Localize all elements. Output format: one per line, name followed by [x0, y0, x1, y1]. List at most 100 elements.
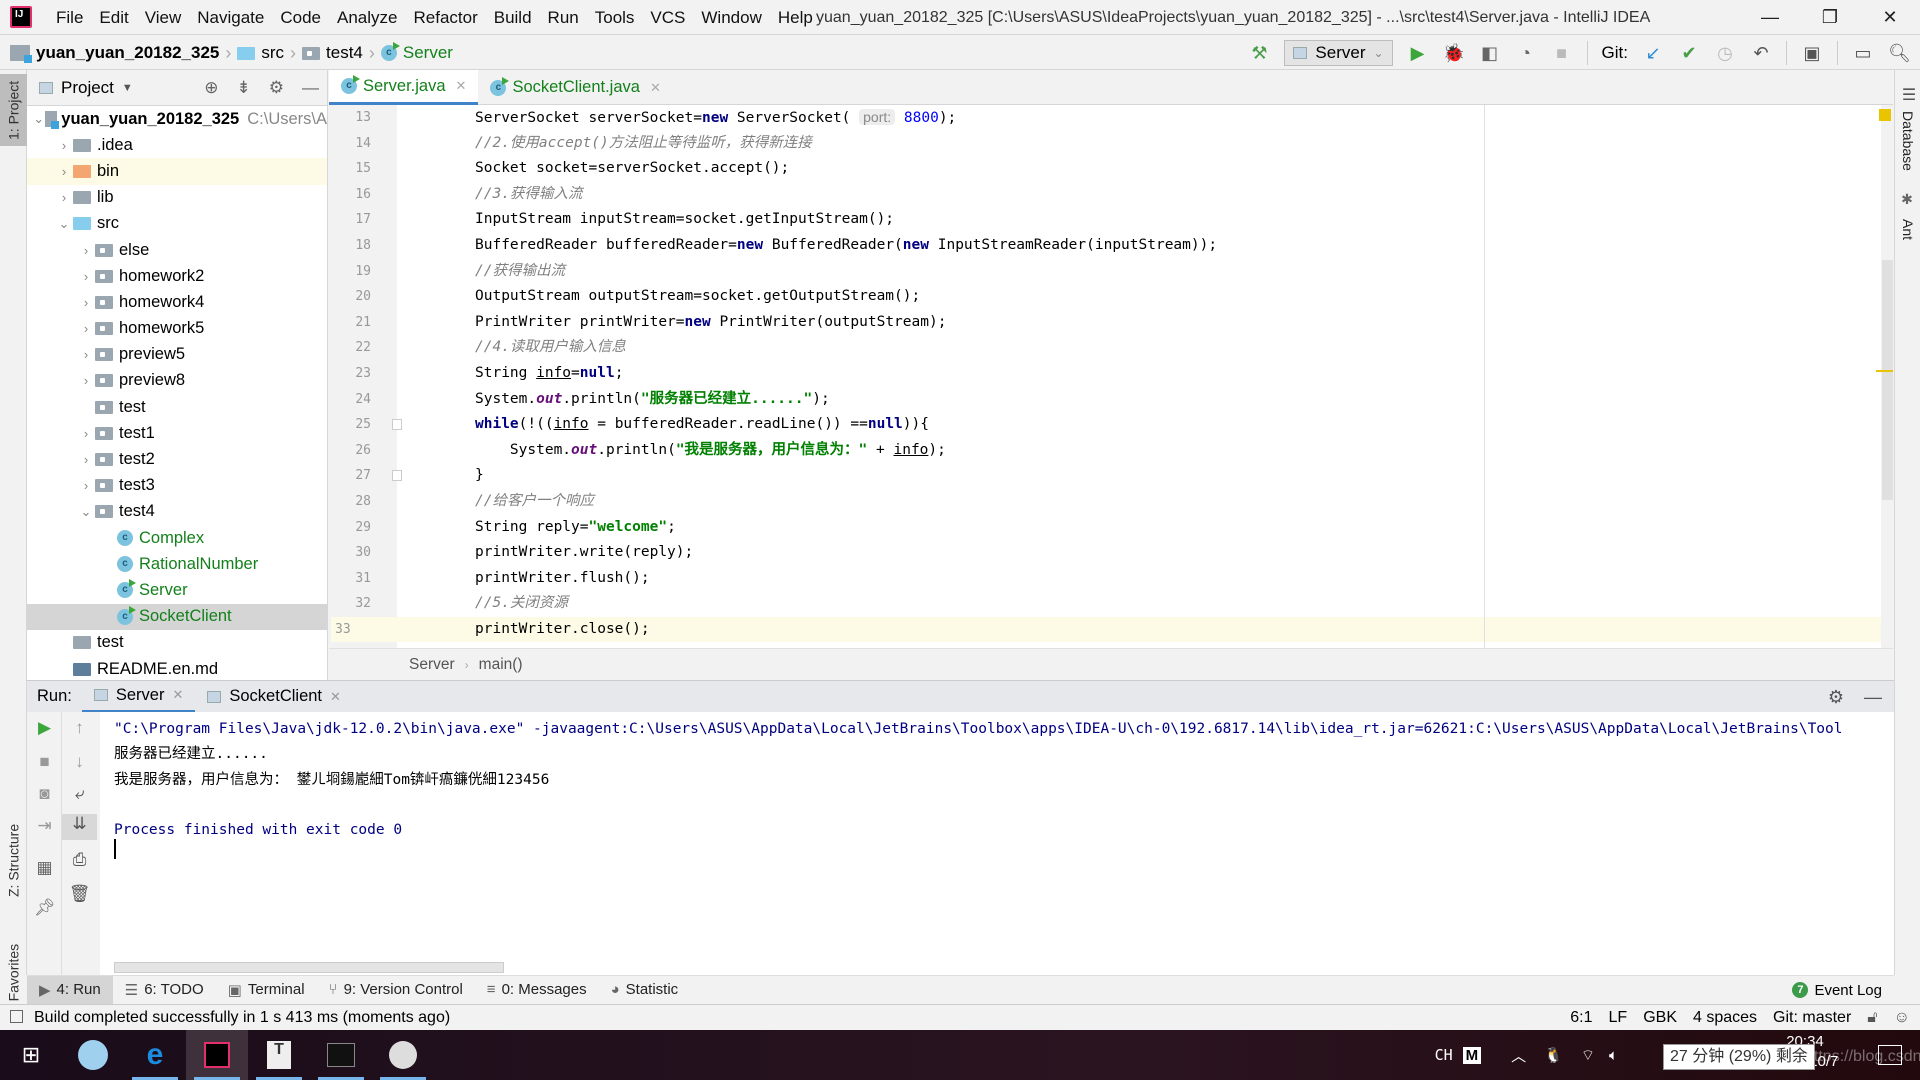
print-icon[interactable]: ⎙ [62, 850, 97, 870]
code-line[interactable]: PrintWriter printWriter=new PrintWriter(… [397, 310, 1881, 335]
code-line[interactable]: //获得输出流 [397, 259, 1881, 284]
run-configuration-select[interactable]: Server ⌄ [1284, 40, 1393, 66]
run-tab[interactable]: Server ✕ [81, 681, 196, 713]
breadcrumb-test4[interactable]: test4 [302, 43, 363, 63]
code-line[interactable]: InputStream inputStream=socket.getInputS… [397, 207, 1881, 232]
code-line[interactable]: Socket socket=serverSocket.accept(); [397, 156, 1881, 181]
menu-navigate[interactable]: Navigate [189, 8, 272, 28]
chevron-right-icon[interactable]: › [55, 138, 73, 153]
typora-icon[interactable]: T [248, 1030, 310, 1080]
soft-wrap-icon[interactable]: ⤶ [62, 784, 97, 804]
user-app-icon[interactable] [372, 1030, 434, 1080]
code-line[interactable]: } [397, 463, 1881, 488]
caret-position[interactable]: 6:1 [1570, 1009, 1592, 1027]
scroll-to-end-icon[interactable]: ⇊ [62, 814, 97, 840]
chevron-down-icon[interactable]: ⌄ [55, 216, 73, 232]
editor-breadcrumb-method[interactable]: main() [479, 656, 523, 674]
close-tab-icon[interactable]: ✕ [172, 687, 183, 703]
chevron-right-icon[interactable]: › [77, 295, 95, 310]
indent-setting[interactable]: 4 spaces [1693, 1009, 1757, 1027]
code-line[interactable]: //5.关闭资源 [397, 591, 1881, 616]
chevron-right-icon[interactable]: › [77, 478, 95, 493]
tree-item[interactable]: › bin [27, 158, 327, 185]
stop-icon[interactable]: ■ [27, 752, 62, 772]
editor-tab[interactable]: c SocketClient.java ✕ [478, 70, 672, 105]
close-tab-icon[interactable]: ✕ [456, 78, 467, 94]
tree-item[interactable]: › preview5 [27, 342, 327, 368]
wifi-icon[interactable]: ⌔ [1581, 1046, 1595, 1065]
chevron-right-icon[interactable]: › [55, 190, 73, 205]
tree-item[interactable]: c Server [27, 577, 327, 603]
chevron-right-icon[interactable]: › [55, 164, 73, 179]
code-line[interactable]: //2.使用accept()方法阻止等待监听，获得新连接 [397, 131, 1881, 156]
up-arrow-icon[interactable]: ↑ [62, 718, 97, 738]
chevron-right-icon[interactable]: › [77, 426, 95, 441]
cloud-app-icon[interactable] [62, 1030, 124, 1080]
tree-item[interactable]: test [27, 630, 327, 656]
run-with-coverage-icon[interactable]: ◧ [1479, 43, 1501, 64]
bottom-tab[interactable]: ◕ Statistic [599, 976, 691, 1004]
run-tab[interactable]: SocketClient ✕ [195, 681, 353, 713]
tree-item[interactable]: README.en.md [27, 656, 327, 680]
line-separator[interactable]: LF [1609, 1009, 1628, 1027]
terminal-icon[interactable] [310, 1030, 372, 1080]
code-line[interactable]: System.out.println("服务器已经建立......"); [397, 387, 1881, 412]
tree-item[interactable]: › preview8 [27, 368, 327, 394]
debug-icon[interactable]: 🐞 [1443, 43, 1465, 64]
chevron-right-icon[interactable]: › [77, 321, 95, 336]
menu-vcs[interactable]: VCS [642, 8, 693, 28]
breadcrumb-server[interactable]: c Server [380, 42, 453, 63]
close-tab-icon[interactable]: ✕ [330, 689, 341, 705]
chevron-right-icon[interactable]: › [77, 373, 95, 388]
bottom-tab[interactable]: ▶ 4: Run [27, 975, 113, 1004]
qq-icon[interactable]: 🐧 [1544, 1046, 1563, 1064]
editor-scrollbar[interactable] [1882, 260, 1893, 500]
git-update-icon[interactable]: ↙ [1642, 43, 1664, 64]
fold-marker-icon[interactable] [392, 419, 402, 431]
hide-icon[interactable]: — [1864, 687, 1882, 708]
editor-tab[interactable]: c Server.java ✕ [329, 70, 479, 105]
tree-item[interactable]: › test2 [27, 446, 327, 472]
code-line[interactable]: //3.获得输入流 [397, 182, 1881, 207]
menu-code[interactable]: Code [272, 8, 329, 28]
collapse-all-icon[interactable]: ⇟ [237, 78, 251, 98]
windows-start-icon[interactable]: ⊞ [0, 1030, 62, 1080]
tree-item[interactable]: › homework2 [27, 263, 327, 289]
project-view-selector[interactable]: Project [61, 78, 114, 98]
close-tab-icon[interactable]: ✕ [650, 80, 661, 96]
restore-button[interactable]: ❐ [1800, 0, 1860, 35]
menu-refactor[interactable]: Refactor [405, 8, 485, 28]
minimize-button[interactable]: — [1740, 0, 1800, 35]
menu-tools[interactable]: Tools [587, 8, 643, 28]
tree-item[interactable]: › homework4 [27, 289, 327, 315]
file-encoding[interactable]: GBK [1643, 1009, 1677, 1027]
tree-item[interactable]: › lib [27, 185, 327, 211]
tree-item[interactable]: c Complex [27, 525, 327, 551]
locate-icon[interactable]: ⊕ [204, 78, 218, 98]
edge-browser-icon[interactable]: e [124, 1030, 186, 1080]
intellij-taskbar-icon[interactable] [186, 1030, 248, 1080]
code-line[interactable]: printWriter.close(); [397, 617, 1881, 642]
warning-status-icon[interactable] [1879, 109, 1891, 121]
console-output[interactable]: "C:\Program Files\Java\jdk-12.0.2\bin\ja… [100, 712, 1894, 975]
git-rollback-icon[interactable]: ↶ [1750, 43, 1772, 64]
menu-analyze[interactable]: Analyze [329, 8, 405, 28]
code-line[interactable]: //4.读取用户输入信息 [397, 335, 1881, 360]
tree-item[interactable]: › .idea [27, 132, 327, 158]
export-icon[interactable]: ⇥ [27, 816, 62, 836]
menu-help[interactable]: Help [770, 8, 821, 28]
event-log-button[interactable]: 7 Event Log [1792, 976, 1882, 1004]
gear-icon[interactable]: ⚙ [1828, 687, 1844, 708]
profile-icon[interactable]: ◔ [1515, 43, 1537, 64]
project-structure-icon[interactable]: ▣ [1801, 43, 1823, 64]
bottom-tab[interactable]: ☰ 6: TODO [113, 976, 216, 1004]
tool-tab-database[interactable]: Database [1895, 106, 1920, 176]
tool-tab-project[interactable]: 1: Project [0, 74, 27, 146]
breadcrumb-project[interactable]: yuan_yuan_20182_325 [10, 43, 219, 63]
chevron-down-icon[interactable]: ⌄ [77, 504, 95, 520]
tree-item[interactable]: › homework5 [27, 316, 327, 342]
git-branch[interactable]: Git: master [1773, 1009, 1851, 1027]
lock-icon[interactable]: 🔓︎ [1867, 1009, 1877, 1027]
bottom-tab[interactable]: ▣ Terminal [216, 976, 317, 1004]
camera-icon[interactable]: ◙ [27, 784, 62, 804]
